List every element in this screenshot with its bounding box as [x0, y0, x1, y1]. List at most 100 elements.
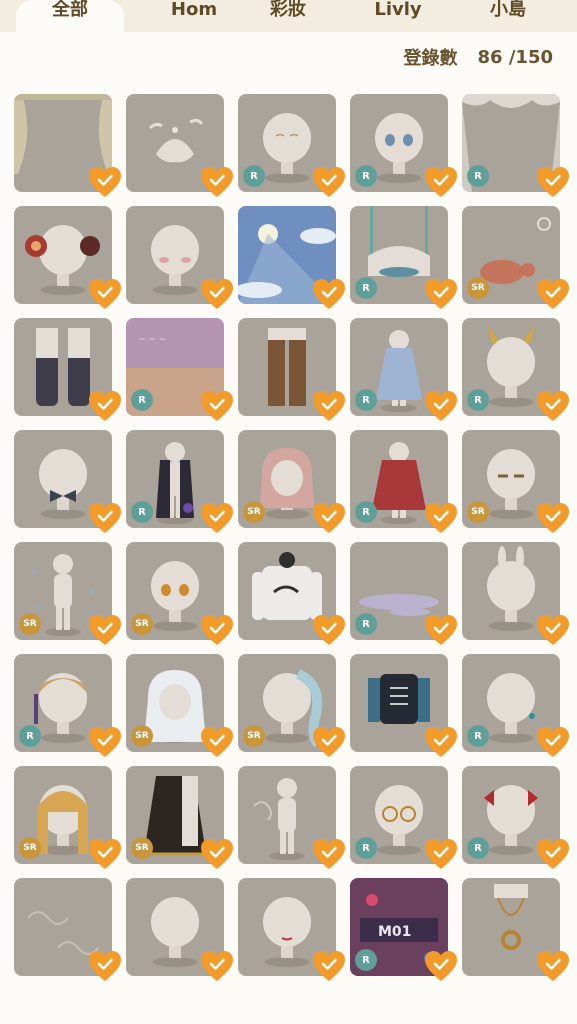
favorite-heart-check-icon[interactable]	[88, 166, 122, 198]
item-tile[interactable]	[14, 94, 121, 197]
item-tile[interactable]	[238, 766, 345, 869]
item-tile[interactable]: R	[350, 766, 457, 869]
rarity-badge: SR	[243, 501, 265, 523]
item-tile[interactable]	[238, 206, 345, 309]
item-tile[interactable]: R	[462, 654, 569, 757]
item-tile[interactable]	[14, 206, 121, 309]
rarity-badge: R	[355, 613, 377, 635]
favorite-heart-check-icon[interactable]	[536, 502, 570, 534]
favorite-heart-check-icon[interactable]	[536, 390, 570, 422]
favorite-heart-check-icon[interactable]	[312, 390, 346, 422]
item-tile[interactable]: SR	[238, 654, 345, 757]
tab-livly[interactable]: Livly	[360, 0, 436, 32]
favorite-heart-check-icon[interactable]	[312, 726, 346, 758]
item-tile[interactable]: SR	[14, 766, 121, 869]
item-tile[interactable]: R	[350, 206, 457, 309]
tab-label: Livly	[374, 0, 422, 20]
item-tile[interactable]	[462, 878, 569, 981]
item-tile[interactable]	[462, 542, 569, 645]
item-tile[interactable]: SR	[462, 430, 569, 533]
item-tile[interactable]: R	[350, 318, 457, 421]
item-tile[interactable]	[14, 878, 121, 981]
favorite-heart-check-icon[interactable]	[312, 502, 346, 534]
favorite-heart-check-icon[interactable]	[536, 166, 570, 198]
item-tile[interactable]	[126, 206, 233, 309]
favorite-heart-check-icon[interactable]	[424, 278, 458, 310]
item-tile[interactable]: SR	[126, 654, 233, 757]
tab-label: 彩妝	[270, 0, 306, 20]
item-tile[interactable]: SR	[462, 206, 569, 309]
favorite-heart-check-icon[interactable]	[312, 950, 346, 982]
item-tile[interactable]: R	[462, 766, 569, 869]
rarity-badge: SR	[243, 725, 265, 747]
item-tile[interactable]: R	[350, 542, 457, 645]
rarity-badge: R	[467, 389, 489, 411]
tab-hom[interactable]: Hom	[140, 0, 248, 32]
favorite-heart-check-icon[interactable]	[424, 726, 458, 758]
item-tile[interactable]	[14, 318, 121, 421]
rarity-badge: R	[467, 837, 489, 859]
favorite-heart-check-icon[interactable]	[88, 502, 122, 534]
favorite-heart-check-icon[interactable]	[312, 166, 346, 198]
tab-all[interactable]: 全部	[16, 0, 124, 32]
item-tile[interactable]: R	[350, 94, 457, 197]
favorite-heart-check-icon[interactable]	[536, 614, 570, 646]
item-tile[interactable]: R	[462, 318, 569, 421]
favorite-heart-check-icon[interactable]	[424, 614, 458, 646]
item-tile[interactable]	[126, 878, 233, 981]
favorite-heart-check-icon[interactable]	[88, 278, 122, 310]
item-tile[interactable]: SR	[126, 766, 233, 869]
tab-island[interactable]: 小島	[470, 0, 546, 32]
tab-makeup[interactable]: 彩妝	[248, 0, 328, 32]
item-tile[interactable]: R	[238, 94, 345, 197]
favorite-heart-check-icon[interactable]	[88, 838, 122, 870]
item-grid: R R R R SR ~ ~ ~ R R R R SR R SR SR SR R R SR…	[14, 94, 569, 981]
favorite-heart-check-icon[interactable]	[200, 838, 234, 870]
favorite-heart-check-icon[interactable]	[424, 950, 458, 982]
favorite-heart-check-icon[interactable]	[424, 502, 458, 534]
favorite-heart-check-icon[interactable]	[312, 278, 346, 310]
favorite-heart-check-icon[interactable]	[424, 838, 458, 870]
favorite-heart-check-icon[interactable]	[88, 950, 122, 982]
favorite-heart-check-icon[interactable]	[200, 950, 234, 982]
item-tile[interactable]: SR	[126, 542, 233, 645]
favorite-heart-check-icon[interactable]	[88, 726, 122, 758]
item-tile[interactable]: M01 R	[350, 878, 457, 981]
favorite-heart-check-icon[interactable]	[200, 278, 234, 310]
item-tile[interactable]	[14, 430, 121, 533]
item-tile[interactable]	[238, 542, 345, 645]
favorite-heart-check-icon[interactable]	[200, 166, 234, 198]
favorite-heart-check-icon[interactable]	[536, 278, 570, 310]
item-tile[interactable]: SR	[238, 430, 345, 533]
favorite-heart-check-icon[interactable]	[200, 614, 234, 646]
rarity-badge: R	[131, 501, 153, 523]
favorite-heart-check-icon[interactable]	[200, 502, 234, 534]
favorite-heart-check-icon[interactable]	[424, 166, 458, 198]
item-tile[interactable]	[350, 654, 457, 757]
favorite-heart-check-icon[interactable]	[88, 614, 122, 646]
item-tile[interactable]: R	[14, 654, 121, 757]
item-tile[interactable]: R	[126, 430, 233, 533]
item-tile[interactable]: ~ ~ ~ R	[126, 318, 233, 421]
item-tile[interactable]	[238, 318, 345, 421]
favorite-heart-check-icon[interactable]	[536, 950, 570, 982]
favorite-heart-check-icon[interactable]	[312, 838, 346, 870]
item-tile[interactable]: R	[350, 430, 457, 533]
rarity-badge: R	[19, 725, 41, 747]
favorite-heart-check-icon[interactable]	[200, 390, 234, 422]
rarity-badge: R	[467, 165, 489, 187]
item-tile[interactable]: SR	[14, 542, 121, 645]
favorite-heart-check-icon[interactable]	[88, 390, 122, 422]
item-tile[interactable]	[238, 878, 345, 981]
svg-text:M01: M01	[378, 924, 411, 940]
item-tile[interactable]: R	[462, 94, 569, 197]
favorite-heart-check-icon[interactable]	[536, 726, 570, 758]
item-tile[interactable]	[126, 94, 233, 197]
rarity-badge: R	[467, 725, 489, 747]
favorite-heart-check-icon[interactable]	[536, 838, 570, 870]
tab-label: 全部	[52, 0, 88, 20]
registration-count: 登錄數 86 /150	[404, 44, 553, 70]
favorite-heart-check-icon[interactable]	[424, 390, 458, 422]
favorite-heart-check-icon[interactable]	[200, 726, 234, 758]
favorite-heart-check-icon[interactable]	[312, 614, 346, 646]
